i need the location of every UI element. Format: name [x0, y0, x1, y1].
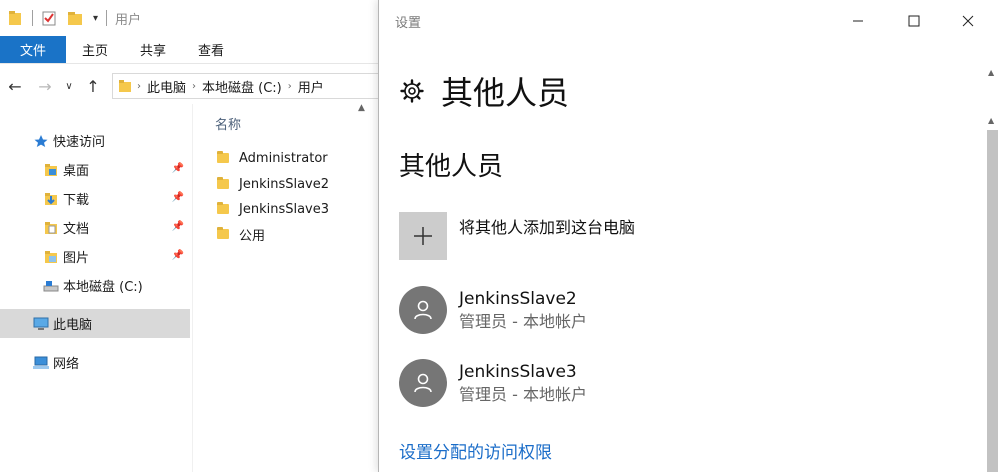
list-item[interactable]: Administrator: [217, 146, 328, 170]
pin-icon[interactable]: 📌: [172, 250, 184, 261]
forward-arrow-icon[interactable]: →: [30, 77, 60, 96]
user-item-jenkinsslave2[interactable]: JenkinsSlave2 管理员 - 本地帐户: [399, 286, 587, 334]
title-bar: 设置: [379, 0, 1000, 42]
user-name: JenkinsSlave3: [459, 362, 577, 382]
nav-item-label: 桌面: [63, 164, 90, 179]
avatar-person-icon: [399, 286, 447, 334]
nav-item-downloads[interactable]: 下载 📌: [0, 184, 190, 213]
download-folder-icon: [42, 191, 60, 207]
breadcrumb-separator-icon: ›: [287, 80, 292, 92]
up-arrow-icon[interactable]: ↑: [78, 77, 108, 96]
tab-view[interactable]: 查看: [182, 36, 240, 63]
nav-item-network[interactable]: 网络: [0, 348, 190, 377]
add-other-user-button[interactable]: 将其他人添加到这台电脑: [399, 212, 635, 260]
toolbar-divider: [32, 10, 33, 26]
list-item[interactable]: JenkinsSlave2: [217, 172, 329, 196]
user-role: 管理员 - 本地帐户: [459, 312, 587, 331]
window-title: 设置: [395, 16, 422, 31]
pictures-folder-icon: [42, 249, 60, 265]
back-arrow-icon[interactable]: ←: [0, 77, 30, 96]
quick-access-toolbar: ▾ 用户: [0, 0, 380, 36]
list-item[interactable]: JenkinsSlave3: [217, 197, 329, 221]
folder-icon[interactable]: [8, 10, 22, 26]
nav-item-label: 图片: [63, 251, 90, 266]
navigation-pane: 快速访问 桌面 📌 下载 📌 文档 📌 图片 📌 本地磁盘 (C:) 此电脑 网…: [0, 104, 190, 472]
address-bar[interactable]: › 此电脑 › 本地磁盘 (C:) › 用户: [112, 73, 380, 99]
pin-icon[interactable]: 📌: [172, 221, 184, 232]
drive-icon: [42, 278, 60, 294]
nav-item-label: 快速访问: [53, 135, 106, 150]
scroll-up-arrow-icon[interactable]: ▲: [988, 68, 994, 77]
nav-item-this-pc[interactable]: 此电脑: [0, 309, 190, 338]
file-name: JenkinsSlave3: [239, 201, 330, 217]
recent-locations-chevron-icon[interactable]: ∨: [60, 81, 78, 92]
avatar-person-icon: [399, 359, 447, 407]
plus-icon: [399, 212, 447, 260]
document-folder-icon: [42, 220, 60, 236]
section-title: 其他人员: [399, 152, 504, 182]
nav-item-desktop[interactable]: 桌面 📌: [0, 155, 190, 184]
new-folder-icon[interactable]: [67, 10, 83, 26]
nav-item-label: 文档: [63, 222, 90, 237]
window-title: 用户: [115, 12, 142, 28]
breadcrumb-this-pc[interactable]: 此电脑: [147, 77, 186, 96]
folder-icon: [217, 151, 229, 163]
tab-share[interactable]: 共享: [124, 36, 182, 63]
nav-item-label: 下载: [63, 193, 90, 208]
chevron-down-icon[interactable]: ▾: [93, 13, 98, 24]
folder-icon: [217, 177, 229, 189]
nav-item-quick-access[interactable]: 快速访问: [0, 126, 190, 155]
pin-icon[interactable]: 📌: [172, 163, 184, 174]
breadcrumb-local-disk[interactable]: 本地磁盘 (C:): [202, 77, 282, 96]
minimize-icon[interactable]: [835, 6, 881, 36]
breadcrumb-separator-icon: ›: [192, 80, 197, 92]
file-name: 公用: [239, 228, 266, 244]
scrollbar-thumb[interactable]: [987, 130, 998, 472]
file-list: 名称 Administrator JenkinsSlave2 JenkinsSl…: [192, 104, 380, 472]
pin-icon[interactable]: 📌: [172, 192, 184, 203]
user-item-jenkinsslave3[interactable]: JenkinsSlave3 管理员 - 本地帐户: [399, 359, 587, 407]
close-icon[interactable]: [945, 6, 991, 36]
page-title: 其他人员: [441, 74, 570, 112]
file-explorer-window: ▾ 用户 文件 主页 共享 查看 ← → ∨ ↑ › 此电脑 › 本地磁盘 (C…: [0, 0, 380, 472]
nav-item-label: 本地磁盘 (C:): [63, 280, 143, 295]
maximize-icon[interactable]: [891, 6, 937, 36]
nav-item-local-disk[interactable]: 本地磁盘 (C:): [0, 271, 190, 300]
page-header: 其他人员: [399, 68, 569, 114]
breadcrumb-separator-icon: ›: [137, 80, 141, 92]
folder-icon: [217, 202, 229, 214]
file-name: Administrator: [239, 150, 328, 166]
user-name: JenkinsSlave2: [459, 289, 577, 309]
file-name: JenkinsSlave2: [239, 176, 330, 192]
nav-item-label: 此电脑: [53, 318, 93, 333]
add-user-label: 将其他人添加到这台电脑: [459, 218, 636, 237]
address-row: ← → ∨ ↑ › 此电脑 › 本地磁盘 (C:) › 用户: [0, 68, 380, 104]
network-icon: [32, 355, 50, 371]
list-item[interactable]: 公用: [217, 222, 265, 246]
settings-window: 设置 其他人员 其他人员 将其他人添加到这台电脑 JenkinsSlave2 管…: [378, 0, 1000, 472]
folder-icon: [217, 227, 229, 239]
ribbon-tabs: 文件 主页 共享 查看: [0, 36, 380, 64]
breadcrumb-users[interactable]: 用户: [298, 77, 324, 96]
computer-icon: [32, 316, 50, 332]
nav-item-pictures[interactable]: 图片 📌: [0, 242, 190, 271]
scroll-up-arrow-icon[interactable]: ▲: [988, 116, 994, 125]
tab-home[interactable]: 主页: [66, 36, 124, 63]
vertical-scrollbar[interactable]: ▲ ▲: [985, 68, 999, 472]
gear-icon: [399, 78, 425, 104]
nav-item-label: 网络: [53, 357, 80, 372]
folder-icon: [119, 80, 131, 92]
column-header-name[interactable]: 名称: [215, 114, 241, 133]
star-icon: [32, 133, 50, 149]
assigned-access-link[interactable]: 设置分配的访问权限: [399, 438, 552, 463]
toolbar-divider: [106, 10, 108, 26]
tab-file[interactable]: 文件: [0, 36, 67, 63]
nav-item-documents[interactable]: 文档 📌: [0, 213, 190, 242]
properties-icon[interactable]: [41, 10, 57, 26]
folder-icon: [42, 162, 60, 178]
user-role: 管理员 - 本地帐户: [459, 385, 587, 404]
